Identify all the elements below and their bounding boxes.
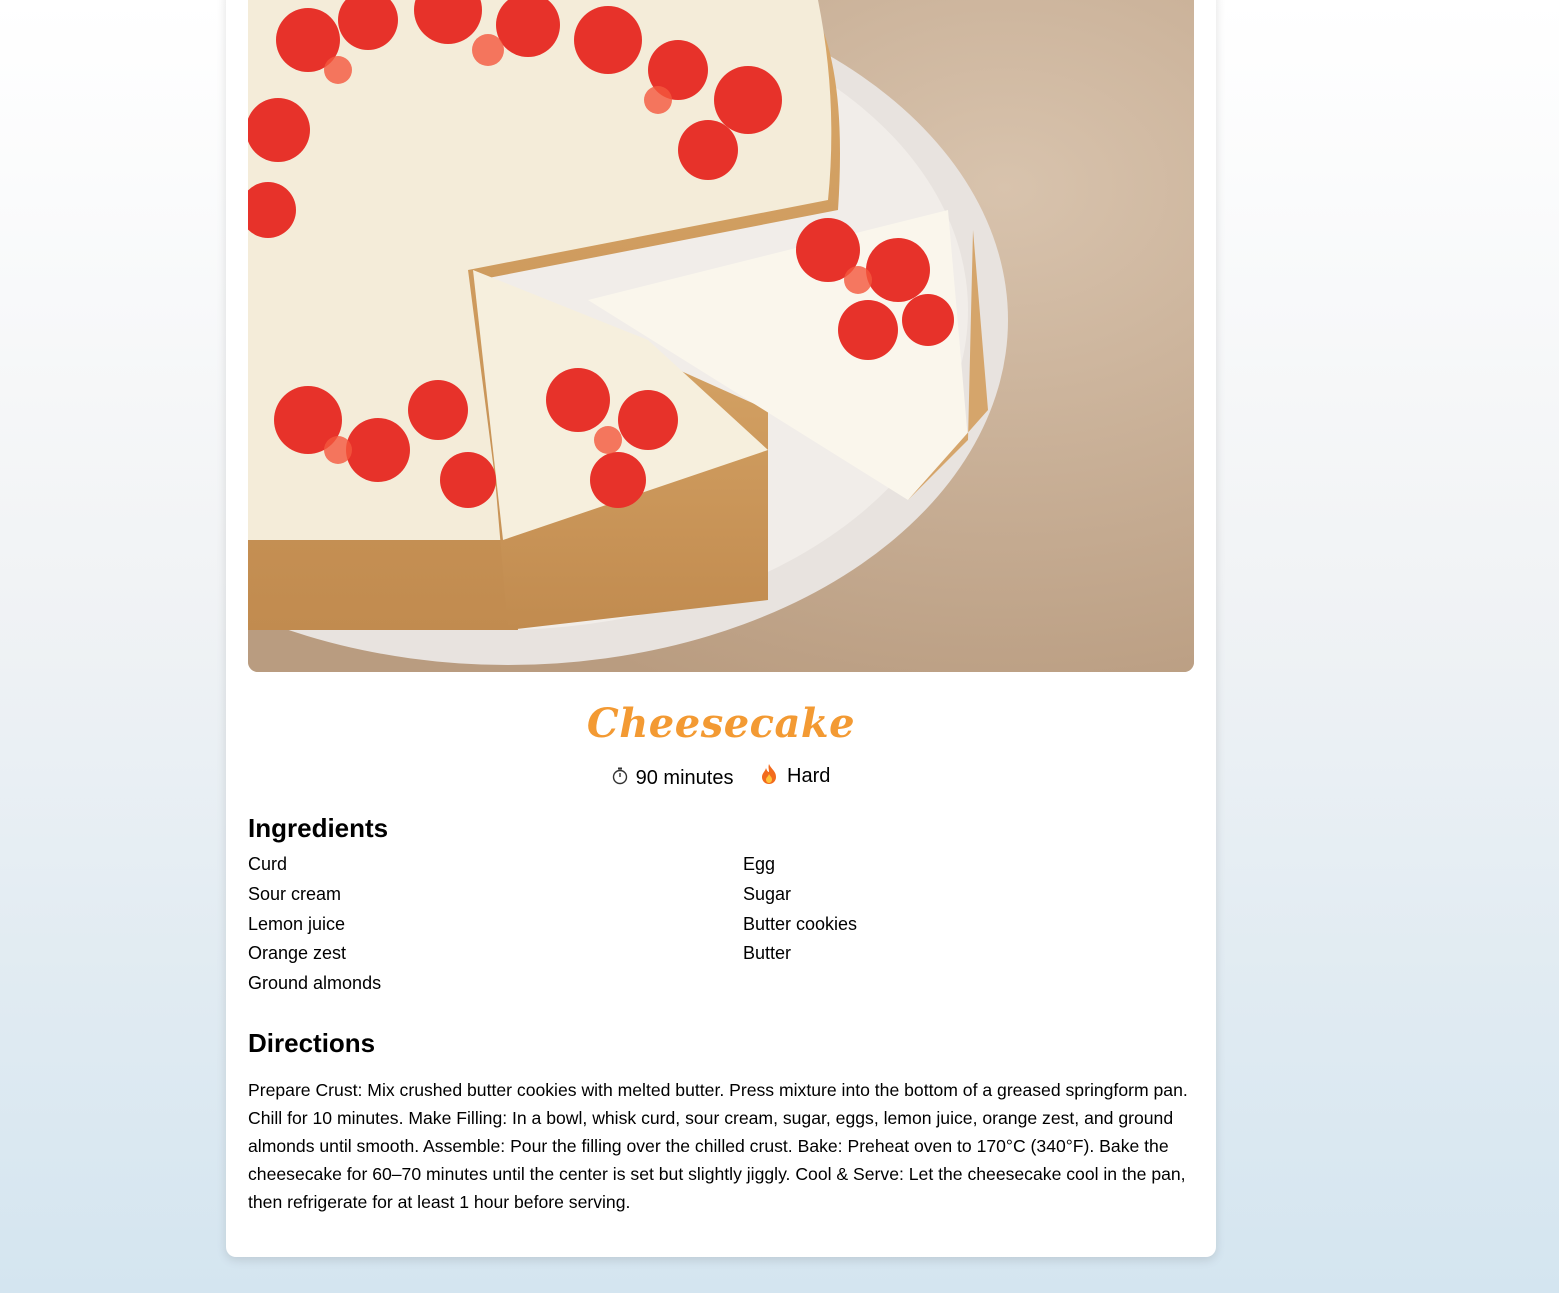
ingredients-heading: Ingredients bbox=[248, 813, 389, 843]
ingredient-item: Butter cookies bbox=[743, 913, 858, 934]
recipe-meta: 90 minutes Hard bbox=[226, 762, 1216, 793]
ingredient-item: Butter bbox=[743, 943, 792, 964]
directions-text: Prepare Crust: Mix crushed butter cookie… bbox=[248, 1080, 1188, 1212]
difficulty-value: Hard bbox=[787, 765, 831, 787]
cook-time: 90 minutes bbox=[612, 764, 734, 792]
difficulty: Hard bbox=[759, 762, 830, 790]
ingredient-item: Sour cream bbox=[248, 883, 342, 904]
ingredients-list: Curd Sour cream Lemon juice Orange zest … bbox=[248, 850, 1194, 999]
directions-heading: Directions bbox=[248, 1028, 376, 1058]
ingredient-item: Curd bbox=[248, 854, 288, 874]
ingredient-item: Sugar bbox=[743, 883, 792, 904]
ingredient-item: Lemon juice bbox=[248, 913, 346, 934]
cook-time-value: 90 minutes bbox=[635, 767, 734, 789]
recipe-card: Cheesecake 90 minutes Hard Ingredients C… bbox=[226, 0, 1216, 1257]
recipe-title: Cheesecake bbox=[586, 700, 856, 747]
fire-icon bbox=[759, 763, 779, 789]
stopwatch-icon bbox=[612, 767, 628, 789]
ingredient-item: Egg bbox=[743, 854, 776, 874]
ingredient-item: Orange zest bbox=[248, 943, 347, 964]
recipe-image bbox=[248, 0, 1194, 672]
ingredient-item: Ground almonds bbox=[248, 973, 382, 994]
cheesecake-photo bbox=[248, 0, 1194, 672]
